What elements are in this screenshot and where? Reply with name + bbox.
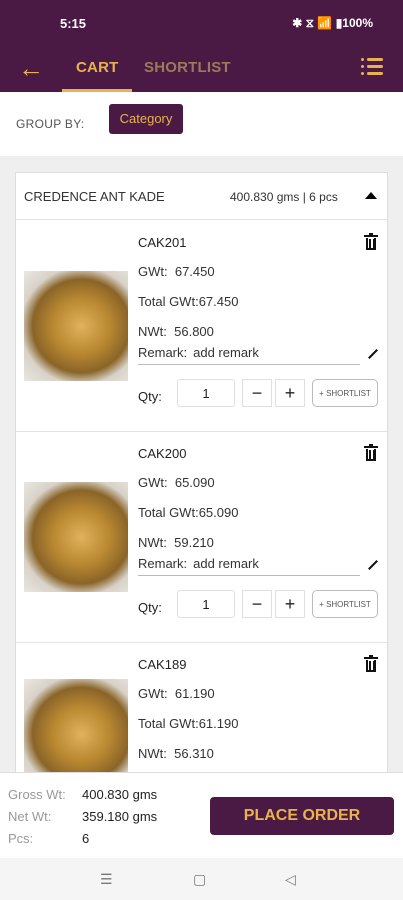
tab-cart[interactable]: CART <box>76 59 118 76</box>
total-gwt-field: Total GWt:65.090 <box>138 505 239 520</box>
cart-item: CAK200 GWt: 65.090 Total GWt:65.090 NWt:… <box>16 432 387 643</box>
collapse-arrow-icon[interactable] <box>365 192 377 199</box>
back-triangle-icon[interactable]: ◁ <box>285 871 296 888</box>
cart-item: CAK189 GWt: 61.190 Total GWt:61.190 NWt:… <box>16 643 387 781</box>
group-by-label: GROUP BY: <box>16 117 85 131</box>
decrement-button[interactable]: − <box>242 590 272 618</box>
product-image[interactable] <box>24 679 128 781</box>
category-button[interactable]: Category <box>109 104 183 134</box>
item-code: CAK200 <box>138 446 187 461</box>
group-name: CREDENCE ANT KADE <box>24 189 165 204</box>
top-app-bar: ← CART SHORTLIST <box>0 46 403 92</box>
order-summary-footer: Gross Wt: 400.830 gms Net Wt: 359.180 gm… <box>0 772 403 858</box>
back-arrow-icon[interactable]: ← <box>18 54 48 84</box>
cart-group-card: CREDENCE ANT KADE 400.830 gms | 6 pcs CA… <box>15 172 388 782</box>
increment-button[interactable]: + <box>275 379 305 407</box>
product-image[interactable] <box>24 271 128 381</box>
total-gwt-field: Total GWt:67.450 <box>138 294 239 309</box>
status-bar: 5:15 ✱ ⧖ 📶 ▮100% <box>0 0 403 46</box>
item-code: CAK189 <box>138 657 187 672</box>
recents-icon[interactable]: ☰ <box>100 871 113 888</box>
group-by-bar: GROUP BY: Category <box>0 92 403 156</box>
increment-button[interactable]: + <box>275 590 305 618</box>
qty-input[interactable]: 1 <box>177 590 235 618</box>
total-gwt-field: Total GWt:61.190 <box>138 716 239 731</box>
home-icon[interactable]: ▢ <box>193 871 206 888</box>
qty-label: Qty: <box>138 389 162 404</box>
shortlist-button[interactable]: + SHORTLIST <box>312 590 378 618</box>
gwt-field: GWt: 67.450 <box>138 264 215 279</box>
group-header[interactable]: CREDENCE ANT KADE 400.830 gms | 6 pcs <box>16 173 387 220</box>
gwt-field: GWt: 61.190 <box>138 686 215 701</box>
remark-field[interactable]: Remark: add remark <box>138 556 360 576</box>
decrement-button[interactable]: − <box>242 379 272 407</box>
status-icons: ✱ ⧖ 📶 ▮100% <box>292 16 373 30</box>
shortlist-button[interactable]: + SHORTLIST <box>312 379 378 407</box>
status-time: 5:15 <box>60 16 87 31</box>
system-nav-bar: ☰ ▢ ◁ <box>0 858 403 900</box>
place-order-button[interactable]: PLACE ORDER <box>210 797 394 835</box>
qty-input[interactable]: 1 <box>177 379 235 407</box>
edit-pencil-icon[interactable] <box>368 560 378 570</box>
product-image[interactable] <box>24 482 128 592</box>
delete-icon[interactable] <box>364 444 378 462</box>
cart-item: CAK201 GWt: 67.450 Total GWt:67.450 NWt:… <box>16 221 387 432</box>
edit-pencil-icon[interactable] <box>368 349 378 359</box>
gwt-field: GWt: 65.090 <box>138 475 215 490</box>
nwt-field: NWt: 56.310 <box>138 746 214 761</box>
group-summary: 400.830 gms | 6 pcs <box>230 190 338 204</box>
remark-field[interactable]: Remark: add remark <box>138 345 360 365</box>
nwt-field: NWt: 56.800 <box>138 324 214 339</box>
list-menu-icon[interactable] <box>361 56 385 80</box>
nwt-field: NWt: 59.210 <box>138 535 214 550</box>
tab-shortlist[interactable]: SHORTLIST <box>144 59 231 76</box>
item-code: CAK201 <box>138 235 187 250</box>
delete-icon[interactable] <box>364 233 378 251</box>
qty-label: Qty: <box>138 600 162 615</box>
delete-icon[interactable] <box>364 655 378 673</box>
